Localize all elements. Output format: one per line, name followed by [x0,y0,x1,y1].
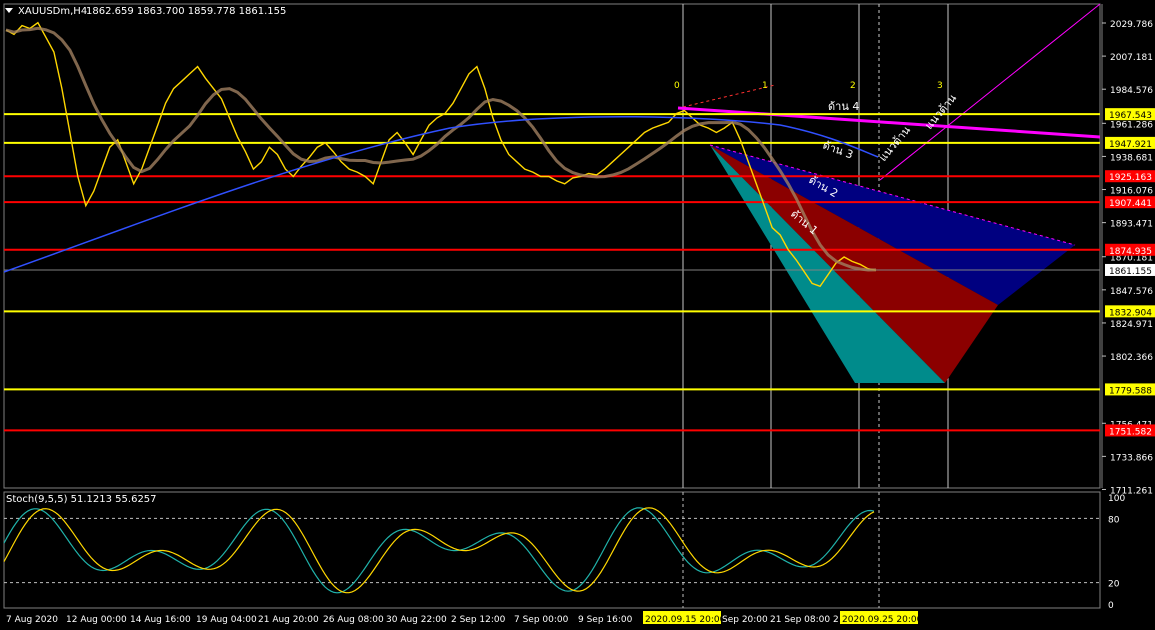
price-level-label: 1751.582 [1109,427,1152,437]
price-tick-label: 2007.181 [1110,53,1153,63]
support-trendline [879,3,1101,181]
time-tick-label: 30 Aug 22:00 [386,615,447,625]
time-tick-label: 19 Aug 04:00 [196,615,257,625]
fib-time-label: 2 [850,81,856,91]
price-tick-label: 1802.366 [1110,353,1153,363]
price-line [5,21,877,288]
stoch-frame [3,491,1101,609]
price-tick-label: 1916.076 [1110,187,1153,197]
stoch-signal-line [3,507,875,594]
price-chart[interactable]: 2029.786 2007.181 1984.576 1961.286 1938.681… [0,0,1155,630]
stoch-label: Stoch(9,5,5) 51.1213 55.6257 [6,494,157,505]
stoch-level-label: 100 [1108,494,1125,504]
time-tick-label: 7 Sep 00:00 [514,615,569,625]
time-tick-label: 7 Aug 2020 [6,615,58,625]
price-tick-label: 1961.286 [1110,120,1153,130]
price-level-label: 1947.921 [1109,140,1152,150]
stoch-main-line [3,507,875,594]
price-level-label: 1832.904 [1109,308,1152,318]
price-tick-label: 1938.681 [1110,153,1153,163]
time-tick-label: 14 Aug 16:00 [130,615,191,625]
price-level-label: 1874.935 [1109,247,1152,257]
price-level-label: 1925.163 [1109,173,1152,183]
stoch-level-label: 20 [1108,580,1120,590]
chart-menu-icon[interactable] [5,8,13,13]
fan-drawings [677,3,1101,383]
price-level-label: 1907.441 [1109,199,1152,209]
price-level-label: 1779.588 [1109,386,1152,396]
price-series [3,21,879,288]
symbol-info: XAUUSDm,H4 [18,6,87,17]
time-tick-label: 2020.09.15 20:00 [645,615,726,625]
time-tick-label: 2 Sep 12:00 [451,615,506,625]
price-axis: 2029.786 2007.181 1984.576 1961.286 1938.681… [1101,4,1155,496]
ohlc-values: 1862.659 1863.700 1859.778 1861.155 [86,6,286,17]
fib-time-label: 3 [937,81,943,91]
time-tick-label: 26 Aug 08:00 [323,615,384,625]
stochastic-panel: 100 80 20 0 [3,491,1125,611]
chart-annotation: ด้าน 4 [828,100,859,113]
moving-average-line [5,26,877,272]
time-tick-label: 21 Sep 08:00 [770,615,830,625]
price-level-label: 1967.543 [1109,111,1152,121]
price-tick-label: 1893.471 [1110,220,1153,230]
time-tick-label: 9 Sep 16:00 [578,615,633,625]
price-tick-label: 1984.576 [1110,86,1153,96]
time-axis: 7 Aug 2020 12 Aug 00:00 14 Aug 16:00 19 Aug… [6,611,923,625]
current-price-label: 1861.155 [1109,267,1152,277]
price-tick-label: 1733.866 [1110,453,1153,463]
resistance-trendline [677,106,1101,139]
price-tick-label: 2029.786 [1110,20,1153,30]
stoch-level-label: 0 [1108,601,1114,611]
time-tick-label: 21 Aug 20:00 [258,615,319,625]
time-tick-label: Sep 20:00 [722,615,768,625]
price-tick-label: 1847.576 [1110,287,1153,297]
time-tick-label: 12 Aug 00:00 [66,615,127,625]
fib-time-label: 1 [762,81,768,91]
time-tick-label: 2020.09.25 20:00 [842,615,923,625]
time-tick-label: 2 [833,615,839,625]
stoch-level-label: 80 [1108,515,1120,525]
price-tick-label: 1824.971 [1110,320,1153,330]
fib-time-label: 0 [674,81,680,91]
